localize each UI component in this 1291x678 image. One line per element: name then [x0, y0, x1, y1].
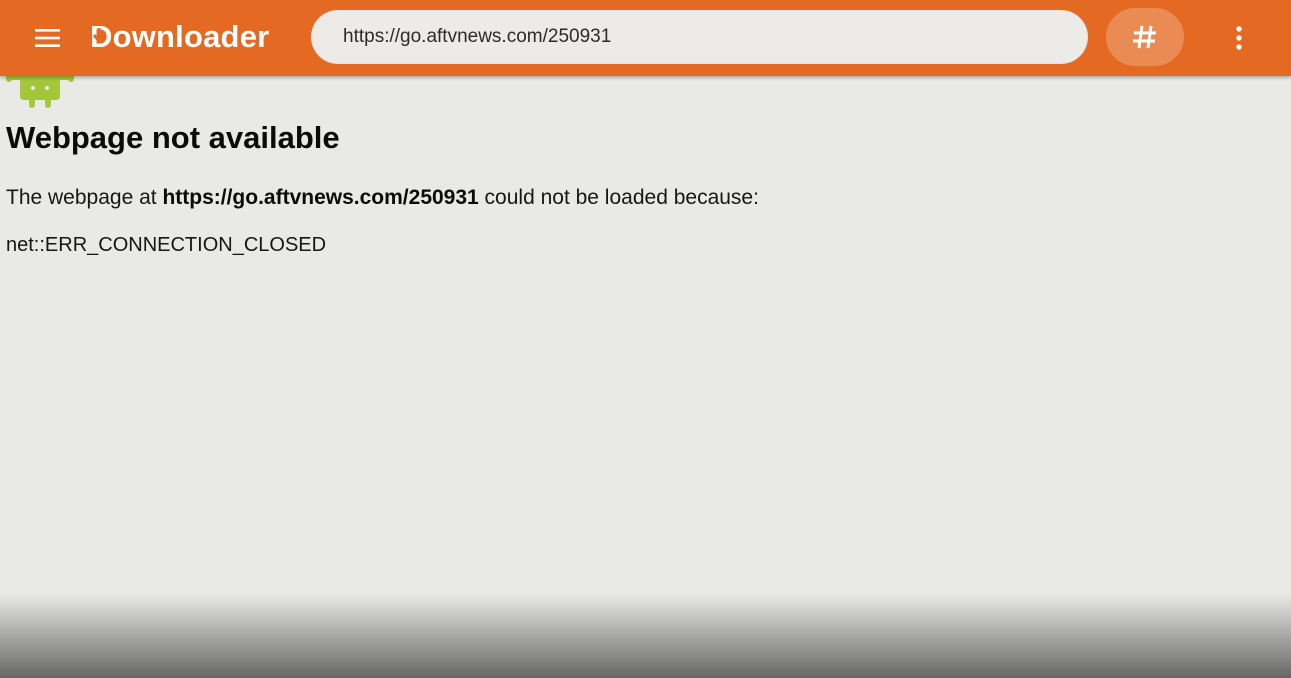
webview-content: Webpage not available The webpage at htt… [0, 70, 1291, 678]
hamburger-menu-icon [35, 29, 60, 47]
menu-button[interactable] [24, 18, 72, 58]
download-arrow-icon [92, 28, 106, 44]
app-title: Downloader [90, 19, 270, 54]
error-code: net::ERR_CONNECTION_CLOSED [6, 234, 327, 256]
hash-icon [1133, 25, 1156, 49]
error-message-suffix: could not be loaded because: [478, 186, 759, 209]
android-robot-icon [6, 70, 74, 108]
url-input-value: https://go.aftvnews.com/250931 [343, 26, 612, 47]
top-toolbar: Downloader https://go.aftvnews.com/25093… [0, 0, 1291, 76]
error-message-url: https://go.aftvnews.com/250931 [162, 186, 479, 209]
error-title: Webpage not available [6, 120, 340, 155]
error-message-prefix: The webpage at [6, 186, 163, 209]
app-logo: Downloader [90, 17, 269, 57]
more-options-button[interactable] [1219, 18, 1259, 58]
favorites-hash-button[interactable] [1106, 8, 1184, 66]
error-message: The webpage at https://go.aftvnews.com/2… [6, 186, 759, 210]
downloader-app: Downloader https://go.aftvnews.com/25093… [0, 0, 1291, 678]
url-input[interactable]: https://go.aftvnews.com/250931 [311, 10, 1088, 64]
vertical-dots-icon [1236, 26, 1242, 50]
